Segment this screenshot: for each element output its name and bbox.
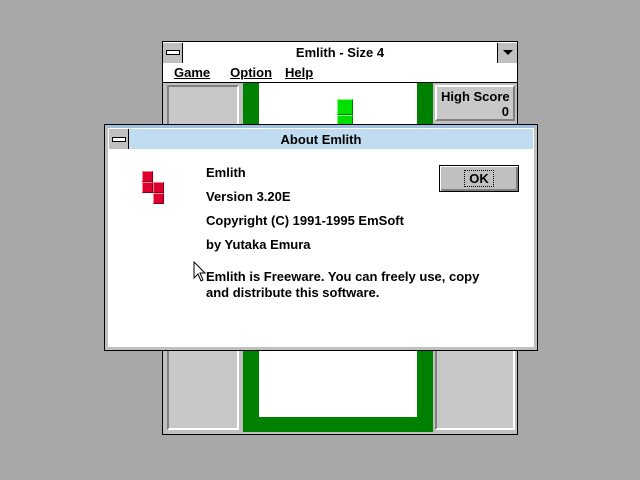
minimize-arrow-icon [502,50,513,55]
icon-block [142,171,153,182]
about-dialog-title: About Emlith [280,131,362,147]
mouse-cursor-icon [193,261,207,282]
emlith-app-icon [137,171,167,207]
ok-button[interactable]: OK [439,165,519,192]
game-window-titlebar[interactable]: Emlith - Size 4 [163,42,517,64]
dialog-system-menu-button[interactable] [109,129,129,149]
copyright-text: Copyright (C) 1991-1995 EmSoft [206,213,404,228]
high-score-label: High Score [441,89,510,104]
minimize-button[interactable] [497,42,517,63]
menu-game-label: Game [174,65,211,80]
right-panel [435,347,515,430]
icon-block [153,193,164,204]
about-dialog-body: Emlith Version 3.20E Copyright (C) 1991-… [109,149,533,346]
falling-piece-block [337,99,353,115]
menubar: Game Option Help [163,63,517,83]
system-menu-icon [165,50,180,55]
version-text: Version 3.20E [206,189,291,204]
high-score-panel: High Score 0 [435,85,515,121]
icon-block [153,182,164,193]
menu-option-label: Option [230,65,273,80]
game-window-title: Emlith - Size 4 [295,45,385,60]
menu-option[interactable]: Option [230,65,272,80]
app-name: Emlith [206,165,246,180]
menu-help[interactable]: Help [285,65,313,80]
freeware-text-line2: and distribute this software. [206,285,380,300]
system-menu-button[interactable] [163,42,183,63]
ok-button-label: OK [464,170,494,187]
menu-help-label: Help [285,65,314,80]
about-dialog-titlebar[interactable]: About Emlith [109,129,533,150]
high-score-value: 0 [501,104,509,119]
icon-block [142,182,153,193]
system-menu-icon [111,136,126,142]
about-dialog: About Emlith Emlith Version 3.20E Copyri… [104,124,538,351]
freeware-text-line1: Emlith is Freeware. You can freely use, … [206,269,480,284]
menu-game[interactable]: Game [174,65,210,80]
author-text: by Yutaka Emura [206,237,311,252]
